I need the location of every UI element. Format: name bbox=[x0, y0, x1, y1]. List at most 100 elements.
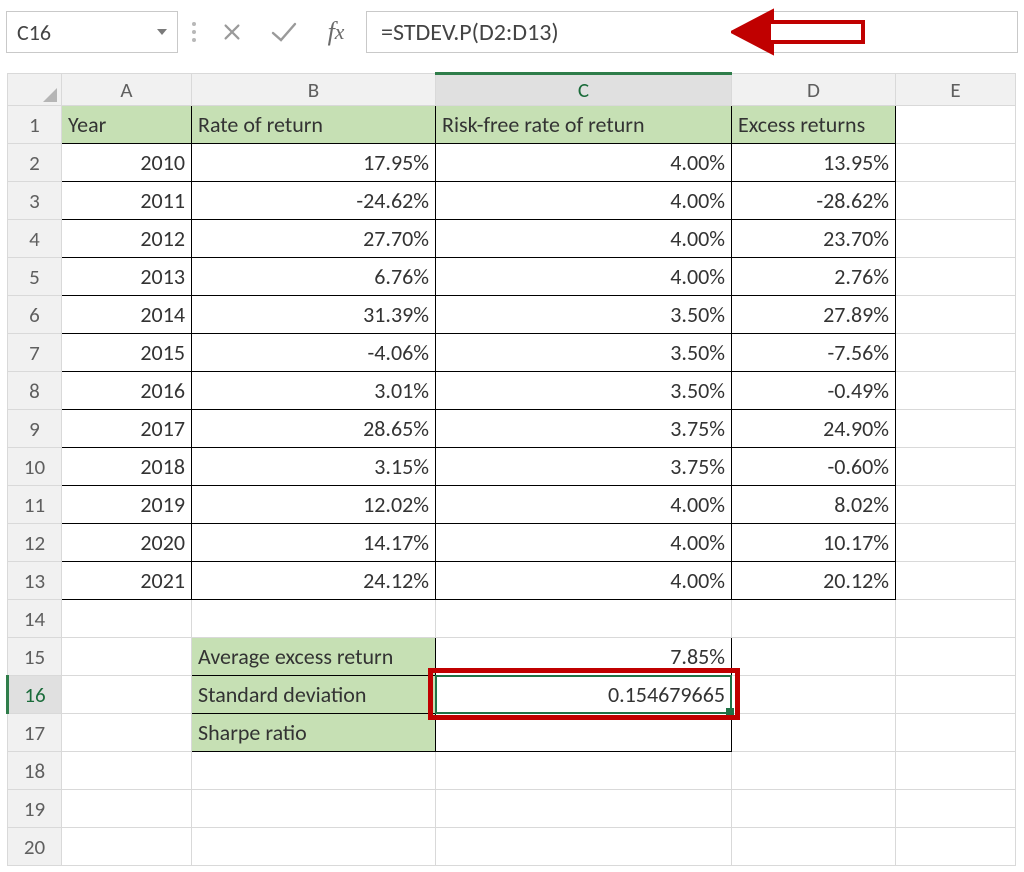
cell-E3[interactable] bbox=[896, 182, 1016, 220]
cell-C5[interactable]: 4.00% bbox=[436, 258, 732, 296]
select-all-corner[interactable] bbox=[8, 74, 62, 106]
enter-button[interactable] bbox=[262, 11, 306, 53]
cell-C19[interactable] bbox=[436, 790, 732, 828]
cell-B18[interactable] bbox=[192, 752, 436, 790]
cell-E13[interactable] bbox=[896, 562, 1016, 600]
cell-E2[interactable] bbox=[896, 144, 1016, 182]
cell-E20[interactable] bbox=[896, 828, 1016, 866]
row-header-9[interactable]: 9 bbox=[8, 410, 62, 448]
cell-D6[interactable]: 27.89% bbox=[732, 296, 896, 334]
cell-D19[interactable] bbox=[732, 790, 896, 828]
name-box[interactable]: C16 bbox=[6, 11, 178, 53]
cell-D8[interactable]: -0.49% bbox=[732, 372, 896, 410]
cell-B17[interactable]: Sharpe ratio bbox=[192, 714, 436, 752]
cell-E5[interactable] bbox=[896, 258, 1016, 296]
cell-B4[interactable]: 27.70% bbox=[192, 220, 436, 258]
cell-D15[interactable] bbox=[732, 638, 896, 676]
row-header-4[interactable]: 4 bbox=[8, 220, 62, 258]
cell-E18[interactable] bbox=[896, 752, 1016, 790]
cell-E19[interactable] bbox=[896, 790, 1016, 828]
cell-D9[interactable]: 24.90% bbox=[732, 410, 896, 448]
col-header-D[interactable]: D bbox=[732, 74, 896, 106]
col-header-E[interactable]: E bbox=[896, 74, 1016, 106]
row-header-10[interactable]: 10 bbox=[8, 448, 62, 486]
cell-A10[interactable]: 2018 bbox=[62, 448, 192, 486]
cell-A17[interactable] bbox=[62, 714, 192, 752]
cell-A16[interactable] bbox=[62, 676, 192, 714]
cell-C3[interactable]: 4.00% bbox=[436, 182, 732, 220]
row-header-2[interactable]: 2 bbox=[8, 144, 62, 182]
cell-E7[interactable] bbox=[896, 334, 1016, 372]
cell-A9[interactable]: 2017 bbox=[62, 410, 192, 448]
cell-D4[interactable]: 23.70% bbox=[732, 220, 896, 258]
cell-A13[interactable]: 2021 bbox=[62, 562, 192, 600]
cell-E10[interactable] bbox=[896, 448, 1016, 486]
cell-D5[interactable]: 2.76% bbox=[732, 258, 896, 296]
cell-C8[interactable]: 3.50% bbox=[436, 372, 732, 410]
formula-input[interactable]: =STDEV.P(D2:D13) bbox=[366, 11, 1018, 53]
cell-B7[interactable]: -4.06% bbox=[192, 334, 436, 372]
cell-B12[interactable]: 14.17% bbox=[192, 524, 436, 562]
cell-A2[interactable]: 2010 bbox=[62, 144, 192, 182]
cell-D2[interactable]: 13.95% bbox=[732, 144, 896, 182]
cell-A4[interactable]: 2012 bbox=[62, 220, 192, 258]
cell-C16[interactable]: 0.154679665 bbox=[436, 676, 732, 714]
cell-C17[interactable] bbox=[436, 714, 732, 752]
row-header-19[interactable]: 19 bbox=[8, 790, 62, 828]
cell-C4[interactable]: 4.00% bbox=[436, 220, 732, 258]
cell-B6[interactable]: 31.39% bbox=[192, 296, 436, 334]
row-header-1[interactable]: 1 bbox=[8, 106, 62, 144]
row-header-18[interactable]: 18 bbox=[8, 752, 62, 790]
cell-A15[interactable] bbox=[62, 638, 192, 676]
row-header-8[interactable]: 8 bbox=[8, 372, 62, 410]
row-header-20[interactable]: 20 bbox=[8, 828, 62, 866]
cell-B20[interactable] bbox=[192, 828, 436, 866]
cell-E14[interactable] bbox=[896, 600, 1016, 638]
row-header-3[interactable]: 3 bbox=[8, 182, 62, 220]
cell-A11[interactable]: 2019 bbox=[62, 486, 192, 524]
cell-B8[interactable]: 3.01% bbox=[192, 372, 436, 410]
cell-B3[interactable]: -24.62% bbox=[192, 182, 436, 220]
cell-D12[interactable]: 10.17% bbox=[732, 524, 896, 562]
cell-B1[interactable]: Rate of return bbox=[192, 106, 436, 144]
row-header-11[interactable]: 11 bbox=[8, 486, 62, 524]
cell-D10[interactable]: -0.60% bbox=[732, 448, 896, 486]
cell-A7[interactable]: 2015 bbox=[62, 334, 192, 372]
col-header-B[interactable]: B bbox=[192, 74, 436, 106]
cell-C10[interactable]: 3.75% bbox=[436, 448, 732, 486]
cell-A6[interactable]: 2014 bbox=[62, 296, 192, 334]
cell-C13[interactable]: 4.00% bbox=[436, 562, 732, 600]
cell-C18[interactable] bbox=[436, 752, 732, 790]
cell-E16[interactable] bbox=[896, 676, 1016, 714]
cell-E6[interactable] bbox=[896, 296, 1016, 334]
row-header-16[interactable]: 16 bbox=[8, 676, 62, 714]
col-header-A[interactable]: A bbox=[62, 74, 192, 106]
cell-B16[interactable]: Standard deviation bbox=[192, 676, 436, 714]
cell-A12[interactable]: 2020 bbox=[62, 524, 192, 562]
row-header-13[interactable]: 13 bbox=[8, 562, 62, 600]
row-header-12[interactable]: 12 bbox=[8, 524, 62, 562]
cell-B10[interactable]: 3.15% bbox=[192, 448, 436, 486]
cell-D7[interactable]: -7.56% bbox=[732, 334, 896, 372]
spreadsheet-grid[interactable]: A B C D E 1YearRate of returnRisk-free r… bbox=[6, 72, 1018, 866]
row-header-6[interactable]: 6 bbox=[8, 296, 62, 334]
cell-A14[interactable] bbox=[62, 600, 192, 638]
cell-B5[interactable]: 6.76% bbox=[192, 258, 436, 296]
cell-C9[interactable]: 3.75% bbox=[436, 410, 732, 448]
cell-E17[interactable] bbox=[896, 714, 1016, 752]
cell-B9[interactable]: 28.65% bbox=[192, 410, 436, 448]
cell-D17[interactable] bbox=[732, 714, 896, 752]
cell-C11[interactable]: 4.00% bbox=[436, 486, 732, 524]
cell-C6[interactable]: 3.50% bbox=[436, 296, 732, 334]
cell-E8[interactable] bbox=[896, 372, 1016, 410]
cell-D11[interactable]: 8.02% bbox=[732, 486, 896, 524]
cell-A20[interactable] bbox=[62, 828, 192, 866]
cell-A1[interactable]: Year bbox=[62, 106, 192, 144]
cancel-button[interactable] bbox=[210, 11, 254, 53]
row-header-7[interactable]: 7 bbox=[8, 334, 62, 372]
cell-C14[interactable] bbox=[436, 600, 732, 638]
cell-D20[interactable] bbox=[732, 828, 896, 866]
fx-icon[interactable]: fx bbox=[314, 11, 358, 53]
cell-E1[interactable] bbox=[896, 106, 1016, 144]
cell-B15[interactable]: Average excess return bbox=[192, 638, 436, 676]
